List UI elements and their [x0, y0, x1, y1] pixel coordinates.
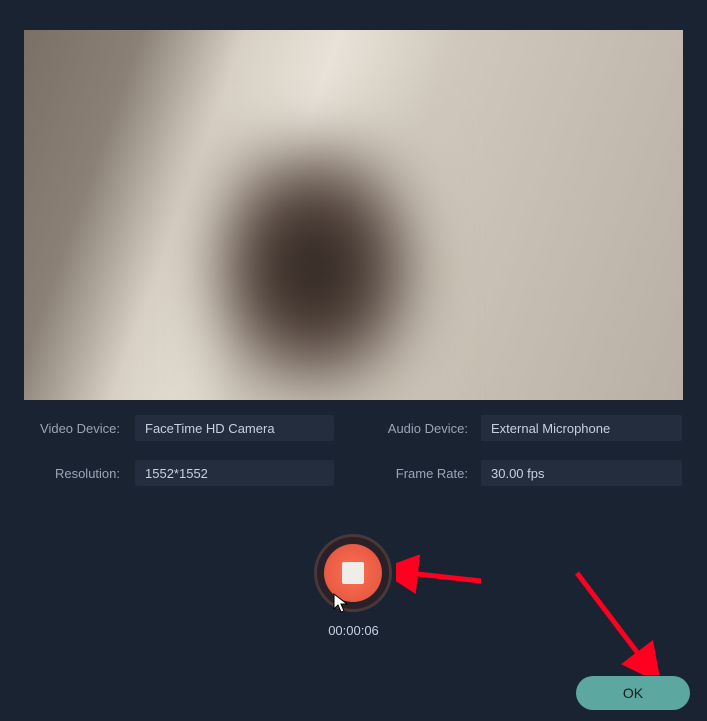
- video-device-value: FaceTime HD Camera: [145, 421, 275, 436]
- stop-record-inner: [324, 544, 382, 602]
- recording-timer: 00:00:06: [0, 623, 707, 638]
- resolution-value: 1552*1552: [145, 466, 208, 481]
- resolution-select[interactable]: 1552*1552: [135, 460, 334, 486]
- audio-device-select[interactable]: External Microphone: [481, 415, 682, 441]
- video-device-label: Video Device:: [30, 421, 126, 436]
- annotation-arrow-2: [565, 565, 665, 675]
- frame-rate-select[interactable]: 30.00 fps: [481, 460, 682, 486]
- annotation-arrow-1: [396, 555, 486, 595]
- audio-device-label: Audio Device:: [378, 421, 474, 436]
- frame-rate-label: Frame Rate:: [378, 466, 474, 481]
- ok-button[interactable]: OK: [576, 676, 690, 710]
- video-device-select[interactable]: FaceTime HD Camera: [135, 415, 334, 441]
- frame-rate-value: 30.00 fps: [491, 466, 545, 481]
- stop-record-button[interactable]: [314, 534, 392, 612]
- audio-device-value: External Microphone: [491, 421, 610, 436]
- camera-preview: [24, 30, 683, 400]
- stop-icon: [342, 562, 364, 584]
- resolution-label: Resolution:: [30, 466, 126, 481]
